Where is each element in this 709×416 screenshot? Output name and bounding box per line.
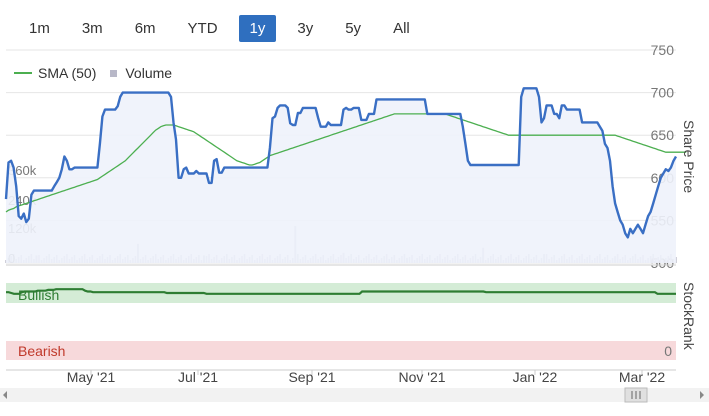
- x-tick-label: Jul '21: [178, 369, 218, 385]
- stockrank-axis-title: StockRank: [681, 282, 697, 351]
- bullish-label: Bullish: [18, 287, 59, 303]
- price-chart: 5005506006507007500120k240k360kBullishBe…: [0, 42, 709, 403]
- y-tick-label: 750: [651, 42, 675, 58]
- price-area: [6, 88, 676, 263]
- y-tick-label: 700: [651, 85, 675, 101]
- x-tick-label: May '21: [67, 369, 116, 385]
- x-tick-label: Mar '22: [619, 369, 665, 385]
- x-tick-label: Nov '21: [398, 369, 445, 385]
- x-tick-label: Jan '22: [513, 369, 558, 385]
- stockrank-zero-label: 0: [664, 343, 672, 359]
- bearish-label: Bearish: [18, 343, 65, 359]
- bearish-band: [6, 341, 676, 360]
- navigator-track[interactable]: [0, 388, 709, 402]
- price-axis-title: Share Price: [681, 120, 697, 193]
- y-tick-label: 650: [651, 127, 675, 143]
- x-tick-label: Sep '21: [288, 369, 335, 385]
